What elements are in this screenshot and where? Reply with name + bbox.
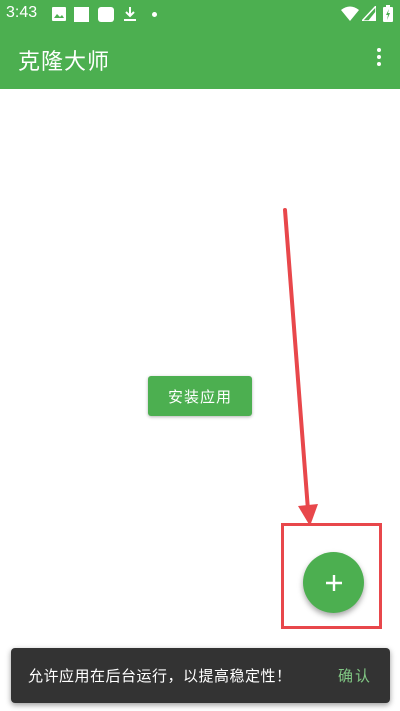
snackbar-message: 允许应用在后台运行，以提高稳定性！ [28, 667, 292, 685]
screen: 3:43 克隆大师 安装应用 允许应用在后台运行，以提高稳定性！ 确认 [0, 0, 400, 711]
snackbar-confirm-button[interactable]: 确认 [338, 665, 372, 686]
plus-icon [325, 574, 343, 592]
snackbar: 允许应用在后台运行，以提高稳定性！ 确认 [11, 648, 390, 703]
add-fab-button[interactable] [303, 552, 364, 613]
